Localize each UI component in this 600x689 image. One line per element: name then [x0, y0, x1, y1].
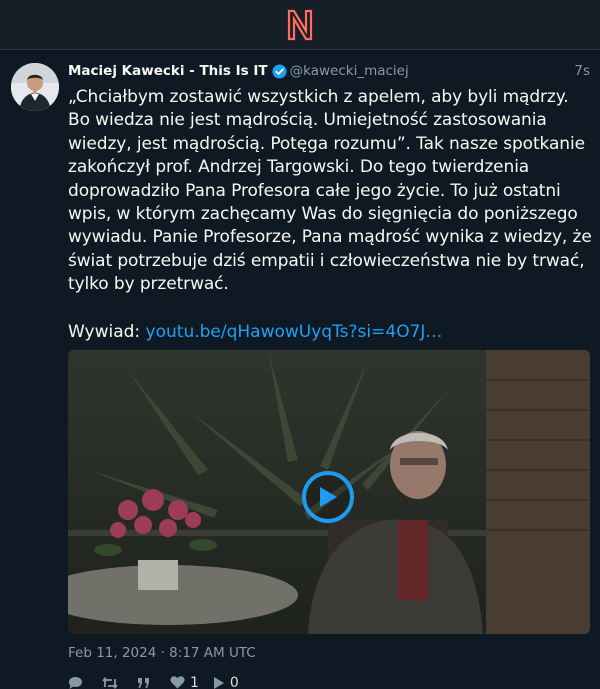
- video-thumbnail[interactable]: [68, 349, 590, 634]
- nitter-logo[interactable]: [287, 9, 313, 41]
- link-prefix: Wywiad:: [68, 321, 146, 342]
- verified-badge-icon: [272, 63, 287, 79]
- author-username[interactable]: @kawecki_maciej: [290, 63, 409, 79]
- tweet-published-date[interactable]: Feb 11, 2024 · 8:17 AM UTC: [68, 645, 590, 661]
- top-navbar: [0, 0, 600, 50]
- like-stat[interactable]: 1: [170, 675, 199, 689]
- tweet-header: Maciej Kawecki - This Is IT @kawecki_mac…: [68, 62, 590, 80]
- comment-icon: [68, 676, 83, 689]
- author-fullname[interactable]: Maciej Kawecki - This Is IT: [68, 63, 268, 79]
- views-count: 0: [229, 674, 239, 689]
- play-views-icon: [213, 676, 225, 689]
- play-icon[interactable]: [302, 470, 354, 523]
- youtube-link[interactable]: youtu.be/qHawowUyqTs?si=4O7J…: [146, 322, 443, 342]
- retweet-stat[interactable]: [102, 676, 123, 689]
- tweet-stats: 1 0: [68, 675, 590, 689]
- reply-stat[interactable]: [68, 676, 88, 689]
- heart-icon: [170, 676, 185, 689]
- quote-stat[interactable]: [137, 677, 156, 689]
- tweet-time-ago[interactable]: 7s: [574, 63, 590, 79]
- tweet-link-line: Wywiad: youtu.be/qHawowUyqTs?si=4O7J…: [68, 320, 590, 344]
- avatar[interactable]: [11, 63, 59, 111]
- like-count: 1: [190, 674, 199, 689]
- tweet: Maciej Kawecki - This Is IT @kawecki_mac…: [0, 50, 600, 689]
- views-stat[interactable]: 0: [213, 675, 239, 689]
- retweet-icon: [102, 676, 118, 689]
- quote-icon: [137, 677, 151, 689]
- tweet-content: „Chciałbym zostawić wszystkich z apelem,…: [68, 87, 592, 295]
